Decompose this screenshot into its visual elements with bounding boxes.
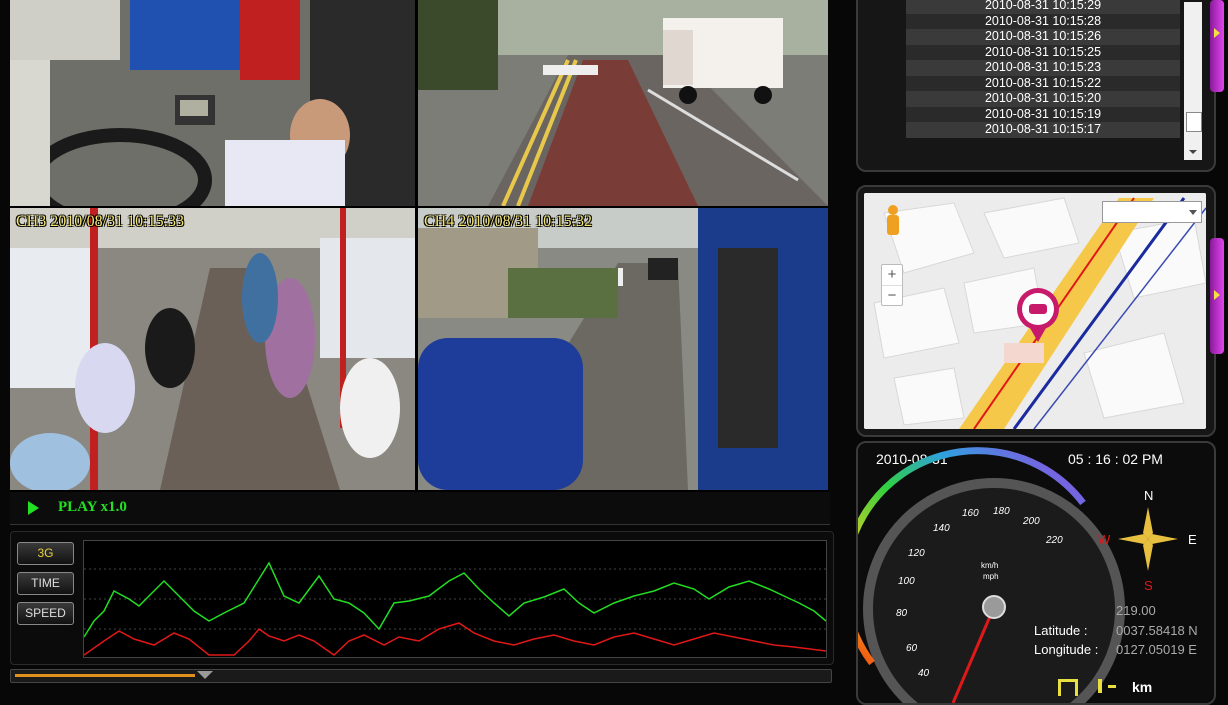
- playback-status-bar: PLAY x1.0: [10, 492, 830, 525]
- distance-digit: [1108, 685, 1116, 688]
- list-item[interactable]: 2010-08-31 10:15:22: [906, 75, 1180, 91]
- map-panel: + −: [856, 185, 1216, 437]
- side-tab-bottom[interactable]: [1210, 238, 1224, 354]
- camera-ch4[interactable]: CH4 2010/08/31 10:15:32: [418, 208, 828, 490]
- latitude-value: 0037.58418 N: [1116, 623, 1198, 638]
- gauge-label: 220: [1045, 535, 1063, 546]
- graph-time-button[interactable]: TIME: [17, 572, 74, 595]
- sensor-graph: [83, 540, 827, 658]
- gauge-label: 180: [993, 506, 1010, 517]
- gauge-label: 60: [906, 643, 918, 654]
- list-scrollbar[interactable]: [1184, 2, 1202, 160]
- camera-ch1[interactable]: [10, 0, 415, 206]
- compass-north: N: [1144, 488, 1154, 503]
- compass-south: S: [1144, 578, 1153, 593]
- chevron-down-icon: [1189, 210, 1197, 215]
- camera-ch2[interactable]: [418, 0, 828, 206]
- speed-unit-label: km/h: [981, 561, 998, 570]
- latitude-label: Latitude :: [1034, 623, 1088, 638]
- red-trace: [83, 622, 827, 656]
- green-trace: [83, 561, 827, 638]
- speed-unit2-label: mph: [983, 572, 999, 581]
- compass-east: E: [1188, 532, 1197, 547]
- ch2-scene: [418, 0, 828, 206]
- ch4-scene: [418, 208, 828, 490]
- compass-rose-icon: [1118, 507, 1178, 571]
- zoom-control: + −: [881, 264, 903, 306]
- side-tab-top[interactable]: [1210, 0, 1224, 92]
- timestamp-list-panel: 2010-08-31 10:15:29 2010-08-31 10:15:28 …: [856, 0, 1216, 172]
- ch3-timestamp: CH3 2010/08/31 10:15:33: [16, 213, 185, 230]
- timeline-scrubber[interactable]: [10, 669, 832, 683]
- map-view[interactable]: + −: [864, 193, 1206, 429]
- graph-speed-button[interactable]: SPEED: [17, 602, 74, 625]
- gauge-label: 200: [1022, 516, 1040, 527]
- list-item[interactable]: 2010-08-31 10:15:29: [906, 0, 1180, 14]
- compass-west: W: [1098, 532, 1111, 547]
- distance-digit: [1058, 679, 1078, 696]
- map-type-select[interactable]: [1102, 201, 1202, 223]
- gauge-hub: [982, 595, 1006, 619]
- list-item[interactable]: 2010-08-31 10:15:17: [906, 122, 1180, 138]
- gauge-label: 40: [918, 668, 930, 679]
- graph-3g-button[interactable]: 3G: [17, 542, 74, 565]
- distance-unit: km: [1132, 679, 1153, 695]
- zoom-out-icon[interactable]: −: [882, 285, 902, 306]
- gauge-label: 160: [962, 508, 979, 519]
- timeline-handle[interactable]: [197, 671, 213, 679]
- compass: N W E S: [1098, 488, 1197, 593]
- sensor-graph-plot: [83, 561, 827, 656]
- list-item[interactable]: 2010-08-31 10:15:23: [906, 60, 1180, 76]
- timeline-progress: [15, 674, 195, 677]
- dashboard-panel: 2010-08-31 05 : 16 : 02 PM 40 60 80 100 …: [856, 441, 1216, 705]
- longitude-label: Longitude :: [1034, 642, 1099, 657]
- list-item[interactable]: 2010-08-31 10:15:20: [906, 91, 1180, 107]
- gauge-label: 80: [896, 608, 908, 619]
- timestamp-list[interactable]: 2010-08-31 10:15:29 2010-08-31 10:15:28 …: [906, 0, 1180, 138]
- list-item[interactable]: 2010-08-31 10:15:28: [906, 13, 1180, 29]
- car-marker-icon[interactable]: [1017, 288, 1059, 342]
- gauge-label: 140: [933, 523, 950, 534]
- ch1-scene: [10, 0, 415, 206]
- video-grid: CH3 2010/08/31 10:15:33 CH4 2010/08/31 1…: [10, 0, 828, 492]
- pegman-icon[interactable]: [882, 205, 904, 241]
- zoom-in-icon[interactable]: +: [882, 265, 902, 285]
- list-item[interactable]: 2010-08-31 10:15:19: [906, 106, 1180, 122]
- scroll-down-arrow-icon[interactable]: [1189, 150, 1197, 154]
- list-item[interactable]: 2010-08-31 10:15:26: [906, 29, 1180, 45]
- camera-ch3[interactable]: CH3 2010/08/31 10:15:33: [10, 208, 415, 490]
- play-speed-label: PLAY x1.0: [58, 499, 127, 515]
- sensor-graph-panel: 3G TIME SPEED: [10, 531, 834, 665]
- expand-arrow-icon: [1214, 290, 1220, 300]
- expand-arrow-icon: [1214, 28, 1220, 38]
- ch4-timestamp: CH4 2010/08/31 10:15:32: [424, 213, 593, 230]
- longitude-value: 0127.05019 E: [1116, 642, 1197, 657]
- list-item[interactable]: 2010-08-31 10:15:25: [906, 44, 1180, 60]
- play-icon[interactable]: [28, 501, 39, 515]
- ch3-scene: [10, 208, 415, 490]
- gauge-label: 120: [908, 548, 925, 559]
- gauge-label: 100: [898, 576, 915, 587]
- scrollbar-thumb[interactable]: [1186, 112, 1202, 132]
- heading-value: 219.00: [1116, 603, 1156, 618]
